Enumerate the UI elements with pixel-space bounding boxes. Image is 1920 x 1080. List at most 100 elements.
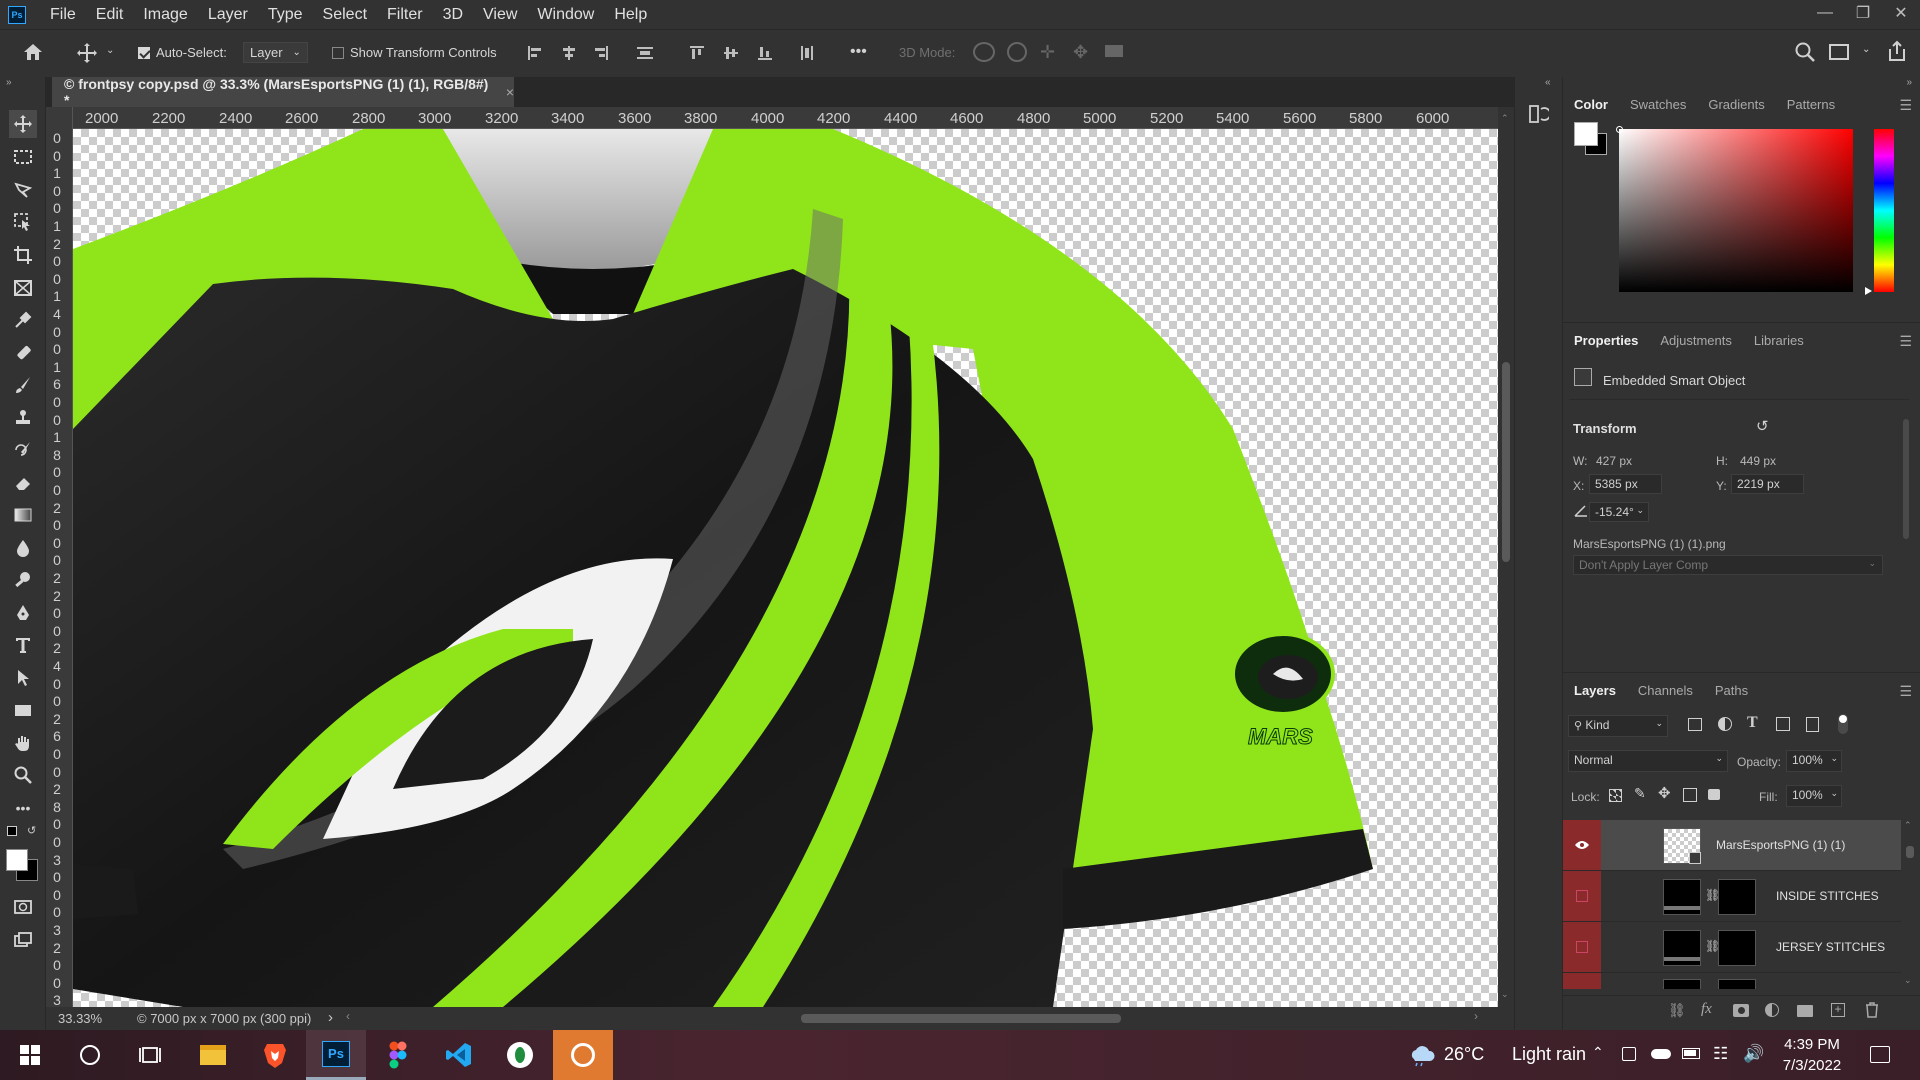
properties-scrollbar[interactable] [1903, 407, 1909, 607]
fill-field[interactable]: 100% ⌄ [1786, 785, 1842, 807]
lock-position-icon[interactable]: ✥ [1658, 784, 1671, 802]
restore-icon[interactable]: ❐ [1844, 0, 1882, 26]
cortana-icon[interactable] [60, 1030, 120, 1080]
color-picker-cursor[interactable] [1616, 126, 1623, 133]
photoshop-logo[interactable]: Ps [8, 5, 26, 24]
crop-tool[interactable] [9, 241, 37, 269]
layer-row[interactable]: MarsEsportsPNG (1) (1) [1563, 820, 1901, 871]
path-selection-tool[interactable] [9, 664, 37, 692]
more-tools-icon[interactable]: ••• [9, 794, 37, 822]
foreground-color-swatch[interactable] [6, 849, 28, 871]
chevron-up-icon[interactable]: ⌃ [1592, 1044, 1604, 1061]
layer-comp-dropdown[interactable]: Don't Apply Layer Comp ⌄ [1573, 555, 1883, 575]
layer-filter-kind-dropdown[interactable]: ⚲ Kind ⌄ [1568, 715, 1668, 737]
align-bottom-edges-icon[interactable] [758, 46, 772, 60]
lock-transparent-icon[interactable] [1609, 789, 1622, 802]
workspace-icon[interactable] [1829, 44, 1849, 60]
scroll-left-icon[interactable]: ‹ [346, 1009, 350, 1023]
document-canvas[interactable]: MARS [73, 129, 1498, 1007]
group-icon[interactable] [1797, 1005, 1813, 1017]
width-value[interactable]: 427 px [1596, 454, 1632, 468]
layers-scrollbar[interactable]: ⌃ ⌄ [1904, 820, 1916, 990]
task-view-icon[interactable] [120, 1030, 180, 1080]
layer-name[interactable]: MarsEsportsPNG (1) (1) [1716, 838, 1845, 852]
menu-3d[interactable]: 3D [433, 0, 473, 29]
brave-icon[interactable] [245, 1030, 305, 1080]
mask-icon[interactable] [1733, 1004, 1749, 1017]
figma-icon[interactable] [368, 1030, 428, 1080]
history-panel-icon[interactable] [1527, 103, 1552, 130]
history-brush-tool[interactable] [9, 436, 37, 464]
menu-layer[interactable]: Layer [198, 0, 258, 29]
home-icon[interactable] [22, 42, 44, 62]
close-tab-icon[interactable]: × [506, 84, 514, 100]
collapse-icon[interactable]: » [6, 77, 12, 88]
hue-slider-marker[interactable] [1865, 287, 1872, 295]
marquee-tool[interactable] [9, 143, 37, 171]
move-tool[interactable] [9, 110, 37, 138]
onedrive-icon[interactable] [1651, 1049, 1671, 1059]
panel-menu-icon[interactable]: ☰ [1899, 683, 1912, 700]
link-icon[interactable]: ⛓ [1668, 1002, 1686, 1019]
layers-scroll-thumb[interactable] [1906, 846, 1914, 858]
layer-visibility-toggle[interactable] [1563, 871, 1601, 921]
notifications-icon[interactable] [1870, 1046, 1890, 1063]
photoshop-icon[interactable]: Ps [306, 1030, 366, 1080]
angle-field[interactable]: -15.24° ⌄ [1589, 502, 1649, 522]
filter-shape-icon[interactable] [1776, 717, 1790, 731]
layer-mask-thumbnail[interactable] [1718, 930, 1756, 966]
clock-time[interactable]: 4:39 PM [1782, 1036, 1842, 1053]
auto-select-checkbox[interactable] [138, 46, 150, 59]
app-icon-2[interactable] [553, 1030, 613, 1080]
x-position-field[interactable]: 5385 px [1589, 474, 1662, 494]
filter-type-icon[interactable]: T [1747, 714, 1758, 732]
wifi-icon[interactable]: ☷ [1713, 1044, 1728, 1064]
adjustment-icon[interactable] [1765, 1003, 1779, 1017]
menu-edit[interactable]: Edit [86, 0, 134, 29]
reset-transform-icon[interactable]: ↺ [1756, 417, 1769, 435]
align-top-edges-icon[interactable] [690, 46, 704, 60]
auto-select-target-dropdown[interactable]: Layer ⌄ [243, 42, 308, 63]
trash-icon[interactable] [1865, 1002, 1879, 1023]
status-menu-arrow[interactable]: › [328, 1009, 333, 1026]
blur-tool[interactable] [9, 534, 37, 562]
vertical-scrollbar[interactable]: ⌃ ⌄ [1498, 107, 1514, 1007]
eraser-tool[interactable] [9, 469, 37, 497]
auto-select-toggle[interactable]: Auto-Select: [138, 45, 227, 60]
lock-pixels-icon[interactable]: ✎ [1634, 785, 1646, 802]
vertical-scroll-thumb[interactable] [1502, 362, 1510, 562]
lock-all-icon[interactable] [1708, 789, 1720, 800]
scroll-down-icon[interactable]: ⌄ [1904, 975, 1912, 986]
distribute-vertical-icon[interactable] [637, 46, 653, 60]
filter-adjustment-icon[interactable] [1718, 717, 1732, 731]
menu-select[interactable]: Select [313, 0, 377, 29]
fx-icon[interactable]: fx [1701, 1001, 1712, 1018]
quick-mask-icon[interactable] [9, 893, 37, 921]
tab-channels[interactable]: Channels [1627, 675, 1704, 707]
menu-help[interactable]: Help [604, 0, 657, 29]
show-transform-checkbox[interactable] [332, 46, 344, 59]
search-icon[interactable] [1794, 41, 1816, 66]
menu-view[interactable]: View [473, 0, 527, 29]
layer-row[interactable]: ⛓ JERSEY STITCHES [1563, 922, 1901, 973]
tab-libraries[interactable]: Libraries [1743, 325, 1815, 357]
start-icon[interactable] [0, 1030, 60, 1080]
menu-window[interactable]: Window [527, 0, 604, 29]
scroll-up-icon[interactable]: ⌃ [1501, 113, 1509, 124]
pen-tool[interactable] [9, 599, 37, 627]
brush-tool[interactable] [9, 371, 37, 399]
type-tool[interactable] [9, 631, 37, 659]
color-field[interactable] [1619, 129, 1853, 292]
align-horizontal-centers-icon[interactable] [562, 46, 576, 60]
move-tool-icon[interactable] [76, 42, 98, 64]
tab-adjustments[interactable]: Adjustments [1649, 325, 1743, 357]
volume-icon[interactable]: 🔊 [1743, 1044, 1764, 1064]
tab-color[interactable]: Color [1563, 89, 1619, 121]
weather-icon[interactable] [1408, 1043, 1436, 1072]
color-panel-fg-swatch[interactable] [1574, 122, 1598, 146]
weather-description[interactable]: Light rain [1512, 1044, 1586, 1065]
tab-swatches[interactable]: Swatches [1619, 89, 1697, 121]
zoom-level[interactable]: 33.33% [58, 1011, 102, 1026]
layer-mask-thumbnail[interactable] [1718, 879, 1756, 915]
horizontal-scroll-thumb[interactable] [801, 1014, 1121, 1023]
